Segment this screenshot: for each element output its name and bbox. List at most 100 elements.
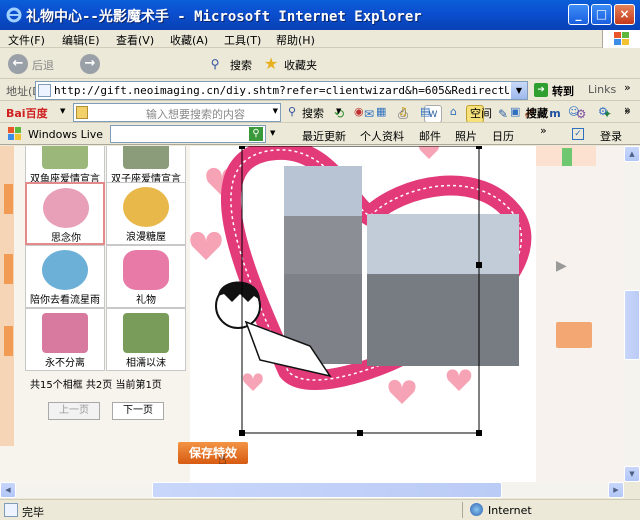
baidu-news-icon[interactable]: ◉ bbox=[354, 105, 364, 118]
resize-handle bbox=[476, 146, 482, 149]
ie-logo-icon bbox=[6, 7, 22, 23]
windows-live-toolbar: Windows Live ⚲ ▼ 最近更新 个人资料 邮件 照片 日历 » ✓ … bbox=[0, 123, 640, 145]
live-dropdown-icon[interactable]: ▼ bbox=[270, 129, 275, 137]
status-divider bbox=[462, 502, 463, 518]
close-button[interactable]: × bbox=[614, 4, 635, 25]
frame-thumbnail-image bbox=[123, 313, 169, 353]
internet-globe-icon bbox=[470, 503, 483, 516]
baidu-image-icon[interactable]: ▦ bbox=[376, 105, 386, 118]
hide-button[interactable]: 搜藏 bbox=[526, 105, 548, 121]
links-button[interactable]: Links bbox=[588, 83, 616, 96]
menu-view[interactable]: 查看(V) bbox=[116, 32, 154, 48]
left-tab-2[interactable] bbox=[4, 254, 13, 284]
left-tab-3[interactable] bbox=[4, 326, 13, 356]
menu-favorites[interactable]: 收藏(A) bbox=[170, 32, 208, 48]
space-button[interactable]: 空间 bbox=[470, 105, 492, 121]
baidu-search-button[interactable]: 搜索 bbox=[302, 105, 324, 121]
frame-thumb[interactable]: 相濡以沫 bbox=[106, 308, 186, 371]
frame-thumbnail-image bbox=[123, 250, 169, 290]
frame-thumb[interactable]: 双鱼座爱情宣言 bbox=[25, 146, 105, 187]
frame-thumb-selected[interactable]: 思念你 bbox=[25, 182, 105, 245]
frame-caption: 思念你 bbox=[51, 233, 81, 244]
live-more-icon[interactable]: » bbox=[540, 124, 547, 137]
menu-edit[interactable]: 编辑(E) bbox=[62, 32, 100, 48]
frame-thumb[interactable]: 陪你去看流星雨 bbox=[25, 245, 105, 308]
window-title: 礼物中心--光影魔术手 - Microsoft Internet Explore… bbox=[26, 9, 422, 25]
resize-handle bbox=[476, 262, 482, 268]
frame-thumbnail-image bbox=[123, 146, 169, 169]
horizontal-scroll-thumb[interactable] bbox=[152, 482, 502, 498]
back-button[interactable]: ← 后退 bbox=[8, 53, 76, 75]
windows-live-icon bbox=[8, 127, 22, 141]
prev-page-button[interactable]: 上一页 bbox=[48, 402, 100, 420]
baidu-music-icon[interactable]: ♫ bbox=[398, 105, 408, 118]
frame-thumb[interactable]: 永不分离 bbox=[25, 308, 105, 371]
windows-flag-icon bbox=[614, 32, 629, 45]
baidu-more-icon[interactable]: » bbox=[624, 103, 631, 116]
live-search-icon[interactable]: ⚲ bbox=[249, 127, 263, 141]
resize-handle bbox=[357, 430, 363, 436]
go-arrow-icon[interactable]: ➜ bbox=[534, 83, 548, 97]
windows-logo bbox=[602, 30, 640, 48]
frame-thumb[interactable]: 礼物 bbox=[106, 245, 186, 308]
frame-thumb[interactable]: 双子座爱情宣言 bbox=[106, 146, 186, 187]
status-bar: 完毕 Internet bbox=[0, 499, 640, 520]
search-button[interactable]: ⚲ 搜索 bbox=[206, 53, 258, 75]
forward-button[interactable]: → bbox=[80, 53, 114, 75]
page-status-icon bbox=[4, 503, 18, 517]
maximize-button[interactable]: □ bbox=[591, 4, 612, 25]
menu-tools[interactable]: 工具(T) bbox=[224, 32, 261, 48]
search-icon: ⚲ bbox=[210, 57, 220, 71]
scroll-left-icon[interactable]: ◀ bbox=[0, 482, 16, 498]
live-photos[interactable]: 照片 bbox=[455, 128, 477, 144]
baidu-user-icon[interactable]: ☺ bbox=[568, 105, 579, 118]
horizontal-scrollbar[interactable]: ◀ ▶ bbox=[0, 482, 624, 498]
hand-cursor-icon: ☝ bbox=[218, 452, 227, 468]
forward-arrow-icon: → bbox=[80, 54, 100, 74]
baidu-menu-icon[interactable]: ▼ bbox=[60, 107, 65, 115]
baidu-logo[interactable]: Bai百度 bbox=[6, 105, 48, 121]
save-effect-button[interactable]: 保存特效 bbox=[178, 442, 248, 464]
go-button[interactable]: 转到 bbox=[552, 83, 574, 99]
live-recent-updates[interactable]: 最近更新 bbox=[302, 128, 346, 144]
favorites-button[interactable]: ★ 收藏夹 bbox=[262, 53, 324, 75]
baidu-search-dropdown-icon[interactable]: ▼ bbox=[336, 107, 341, 115]
hide-icon: ▣ bbox=[510, 105, 521, 118]
baidu-settings-icon[interactable]: ⚙ bbox=[598, 105, 608, 118]
scroll-up-icon[interactable]: ▲ bbox=[624, 146, 640, 162]
scroll-right-icon[interactable]: ▶ bbox=[608, 482, 624, 498]
menu-file[interactable]: 文件(F) bbox=[8, 32, 45, 48]
right-panel-button[interactable] bbox=[556, 322, 592, 348]
page-content: 双鱼座爱情宣言 双子座爱情宣言 思念你 浪漫糖屋 陪你去看流星雨 礼物 永不分离 bbox=[0, 146, 624, 482]
vertical-scrollbar[interactable]: ▲ ▼ bbox=[624, 146, 640, 482]
left-tab-1[interactable] bbox=[4, 184, 13, 214]
scroll-down-icon[interactable]: ▼ bbox=[624, 466, 640, 482]
minimize-button[interactable]: _ bbox=[568, 4, 589, 25]
live-login[interactable]: 登录 bbox=[600, 128, 622, 144]
back-label: 后退 bbox=[32, 59, 54, 72]
resize-handle bbox=[239, 146, 245, 149]
live-search-input[interactable]: ⚲ bbox=[110, 125, 266, 143]
next-page-button[interactable]: 下一页 bbox=[112, 402, 164, 420]
vertical-scroll-thumb[interactable] bbox=[624, 290, 640, 360]
links-more-icon[interactable]: » bbox=[624, 81, 631, 94]
checkbox-icon[interactable]: ✓ bbox=[572, 128, 584, 140]
frame-thumb[interactable]: 浪漫糖屋 bbox=[106, 182, 186, 245]
photo-sky bbox=[367, 214, 519, 274]
live-profile[interactable]: 个人资料 bbox=[360, 128, 404, 144]
live-mail[interactable]: 邮件 bbox=[419, 128, 441, 144]
right-panel-tab[interactable] bbox=[562, 148, 572, 166]
space-icon: ⌂ bbox=[450, 105, 457, 118]
frame-thumbnail-image bbox=[42, 250, 88, 290]
baidu-tieba-icon[interactable]: ▤ bbox=[420, 105, 430, 118]
right-panel-arrow-icon[interactable]: ▶ bbox=[556, 258, 567, 274]
live-calendar[interactable]: 日历 bbox=[492, 128, 514, 144]
address-dropdown-icon[interactable]: ▼ bbox=[511, 82, 527, 99]
baidu-search-input[interactable]: 输入想要搜索的内容 ▼ bbox=[73, 103, 281, 122]
baidu-dropdown-icon[interactable]: ▼ bbox=[273, 107, 278, 115]
baidu-placeholder: 输入想要搜索的内容 bbox=[146, 108, 245, 121]
address-input[interactable]: http://gift.neoimaging.cn/diy.shtm?refer… bbox=[35, 81, 528, 100]
menu-bar: 文件(F) 编辑(E) 查看(V) 收藏(A) 工具(T) 帮助(H) bbox=[0, 30, 640, 48]
windows-live-label[interactable]: Windows Live bbox=[28, 128, 103, 141]
menu-help[interactable]: 帮助(H) bbox=[276, 32, 315, 48]
